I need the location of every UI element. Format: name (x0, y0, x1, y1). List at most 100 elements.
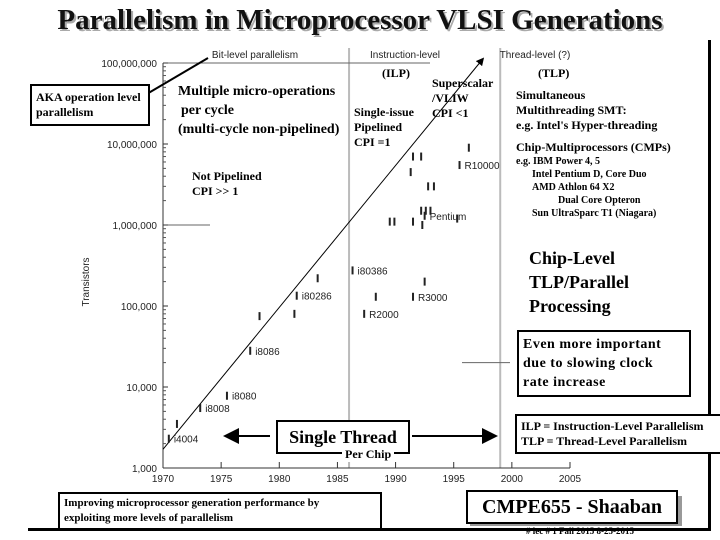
lecture-footer: # lec # 1 Fall 2015 8-25-2015 (526, 526, 634, 536)
definition-tlp: TLP = Thread-Level Parallelism (521, 434, 688, 448)
note-line: Chip-Multiprocessors (CMPs) (516, 140, 671, 154)
note-line: Chip-Level (529, 248, 616, 268)
data-label: i4004 (174, 435, 199, 446)
per-chip-label: Per Chip (342, 447, 395, 462)
data-point (374, 292, 377, 301)
data-point (424, 206, 427, 215)
data-point (199, 404, 202, 413)
data-point (412, 292, 415, 301)
band-label: Thread-level (?) (500, 50, 571, 61)
tlp-label: (TLP) (538, 66, 570, 80)
cmp-note: Chip-Multiprocessors (CMPs) e.g. IBM Pow… (516, 140, 671, 220)
definitions-box: ILP = Instruction-Level Parallelism TLP … (515, 414, 720, 454)
data-label: i8008 (205, 404, 230, 415)
data-label: R2000 (369, 310, 399, 321)
note-line: exploiting more levels of parallelism (64, 512, 234, 524)
band-label: Bit-level parallelism (212, 50, 298, 61)
clock-rate-box: Even more important due to slowing clock… (517, 330, 691, 397)
y-tick-label: 100,000,000 (101, 59, 157, 70)
x-tick-label: 1975 (210, 474, 233, 485)
x-tick-label: 1990 (384, 474, 407, 485)
aka-box: AKA operation level parallelism (30, 84, 150, 126)
course-box: CMPE655 - Shaaban (466, 490, 678, 524)
data-point (393, 217, 396, 226)
definition-ilp: ILP = Instruction-Level Parallelism (521, 419, 704, 433)
superscalar-note: Superscalar /VLIW CPI <1 (432, 76, 493, 121)
x-tick-label: 1980 (268, 474, 291, 485)
note-line: e.g. IBM Power 4, 5 (516, 156, 600, 167)
data-point (412, 217, 415, 226)
data-point (458, 161, 461, 170)
data-label: i80386 (358, 266, 388, 277)
smt-note: Simultaneous Multithreading SMT: e.g. In… (516, 88, 657, 133)
note-line: e.g. Intel's Hyper-threading (516, 118, 658, 132)
note-line: Sun UltraSparc T1 (Niagara) (532, 208, 657, 219)
note-line: TLP/Parallel (529, 272, 629, 292)
data-label: i8080 (232, 392, 257, 403)
chip-level-note: Chip-Level TLP/Parallel Processing (529, 246, 629, 318)
data-point (175, 419, 178, 428)
data-point (429, 206, 432, 215)
y-tick-label: 10,000,000 (107, 140, 157, 151)
y-tick-label: 1,000,000 (113, 221, 158, 232)
note-line: Intel Pentium D, Core Duo (532, 169, 647, 180)
note-line: CPI >> 1 (192, 184, 239, 198)
data-label: R10000 (465, 161, 500, 172)
note-line: CPI <1 (432, 106, 469, 120)
y-axis-label: Transistors (81, 257, 92, 306)
note-line: Not Pipelined (192, 169, 262, 183)
data-point (225, 391, 228, 400)
note-line: rate increase (523, 375, 606, 390)
data-point (293, 309, 296, 318)
note-line: Simultaneous (516, 88, 586, 102)
multi-ops-line: per cycle (181, 103, 234, 118)
data-point (420, 206, 423, 215)
data-point (351, 266, 354, 275)
data-point (421, 221, 424, 229)
data-label: R3000 (418, 293, 448, 304)
note-line: CPI =1 (354, 135, 391, 149)
y-tick-label: 100,000 (121, 302, 158, 313)
x-tick-label: 1970 (152, 474, 175, 485)
note-line: Dual Core Opteron (558, 195, 641, 206)
multi-ops-note: Multiple micro-operations per cycle (mul… (178, 82, 339, 139)
x-tick-label: 1985 (326, 474, 349, 485)
ilp-label: (ILP) (382, 66, 410, 80)
data-point (316, 274, 319, 283)
note-line: Improving microprocessor generation perf… (64, 497, 320, 509)
multi-ops-line: Multiple micro-operations (178, 84, 336, 99)
improving-box: Improving microprocessor generation perf… (58, 492, 382, 530)
data-point (258, 312, 261, 321)
data-point (295, 291, 298, 300)
data-point (420, 152, 423, 161)
data-label: Pentium (430, 212, 467, 223)
note-line: due to slowing clock (523, 356, 654, 371)
x-tick-label: 2005 (559, 474, 582, 485)
data-point (423, 277, 426, 286)
note-line: Multithreading SMT: (516, 103, 627, 117)
data-point (363, 309, 366, 318)
data-point (467, 143, 470, 152)
x-tick-label: 2000 (501, 474, 524, 485)
note-line: Processing (529, 296, 611, 316)
data-point (456, 214, 459, 223)
single-issue-note: Single-issue Pipelined CPI =1 (354, 105, 414, 150)
data-label: i8086 (255, 347, 280, 358)
note-line: Even more important (523, 337, 662, 352)
data-point (432, 182, 435, 191)
data-point (249, 346, 252, 355)
x-tick-label: 1995 (443, 474, 466, 485)
note-line: Superscalar (432, 76, 494, 90)
note-line: /VLIW (432, 91, 469, 105)
note-line: AMD Athlon 64 X2 (532, 182, 615, 193)
band-label: Instruction-level (370, 50, 440, 61)
note-line: Pipelined (354, 120, 403, 134)
data-point (412, 152, 415, 161)
data-point (409, 168, 412, 177)
note-line: Single-issue (354, 105, 415, 119)
data-point (388, 217, 391, 226)
multi-ops-line: (multi-cycle non-pipelined) (178, 122, 340, 137)
not-pipelined-note: Not Pipelined CPI >> 1 (192, 169, 262, 199)
data-point (167, 434, 170, 443)
data-point (427, 182, 430, 191)
